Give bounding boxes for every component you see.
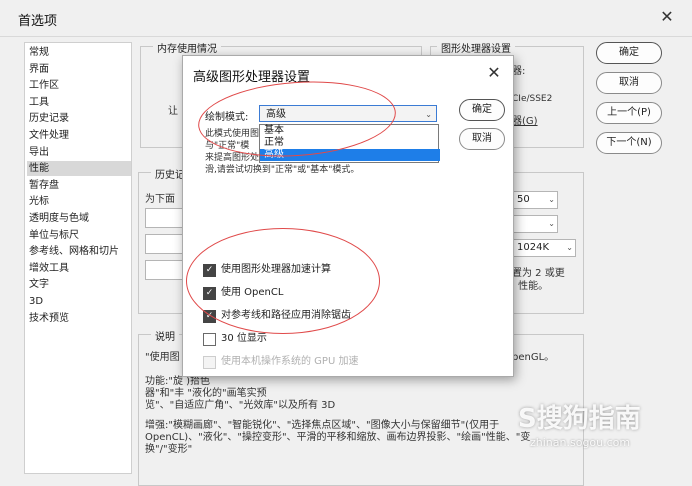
memory-group-label: 内存使用情况 [153,40,221,55]
sidebar-item[interactable]: 常规 [27,45,131,60]
watermark-url: zhinan.sogou.com [530,436,631,449]
history-states-value: 50 [517,194,530,205]
cancel-button[interactable]: 取消 [596,72,662,94]
sidebar-item[interactable]: 文字 [27,277,131,292]
history-field-3[interactable] [145,260,187,280]
sidebar-item[interactable]: 文件处理 [27,128,131,143]
title-divider [0,36,692,37]
history-states-select[interactable]: 50 ⌄ [512,191,558,209]
ok-button[interactable]: 确定 [596,42,662,64]
category-list[interactable]: 常规界面 工作区工具 历史记录文件处理导出 性能 暂存盘 光标透明度与色域 单位与标尺 参考线… [24,42,132,474]
chevron-down-icon: ⌄ [548,219,555,228]
cache-levels-select[interactable]: ⌄ [512,215,558,233]
next-button[interactable]: 下一个(N) [596,132,662,154]
gpu-group-label: 图形处理器设置 [437,40,515,55]
close-icon[interactable]: ✕ [656,6,678,28]
sidebar-item[interactable]: 性能 [27,161,131,177]
gpu-option-label: 使用本机操作系统的 GPU 加速 [221,356,359,367]
chevron-down-icon: ⌄ [566,243,573,252]
sidebar-item[interactable]: 技术预览 [27,311,131,326]
sidebar-item[interactable]: 界面 [27,62,131,77]
sidebar-item[interactable]: 工作区 [27,78,131,93]
mode-desc-line: 滑,请尝试切换到"正常"或"基本"模式。 [205,165,360,175]
chevron-down-icon: ⌄ [425,110,432,119]
sidebar-item[interactable]: 历史记录 [27,111,131,126]
sidebar-item[interactable]: 透明度与色域 [27,211,131,226]
sidebar-item[interactable]: 工具 [27,95,131,110]
desc-line-4: 览"、"自适应广角"、"光效库"以及所有 3D [145,400,336,411]
close-icon[interactable]: ✕ [483,62,505,84]
cache-perf-text: J 性能。 [512,281,549,292]
description-group-label: 说明 [151,328,179,343]
opengl-note-text: penGL。 [512,352,555,363]
sidebar-item[interactable]: 光标 [27,194,131,209]
sidebar-item[interactable]: 3D [27,294,131,309]
cache-tile-select[interactable]: 1024K ⌄ [512,239,576,257]
gpu-detected-label: 器: [512,66,526,77]
annotation-ellipse-options [186,228,380,334]
previous-button[interactable]: 上一个(P) [596,102,662,124]
chevron-down-icon: ⌄ [548,195,555,204]
desc-line-6: OpenCL)、"液化"、"操控变形"、平滑的平移和缩放、画布边界投影、"绘画"… [145,432,531,443]
checkbox-icon [203,356,216,369]
sidebar-item[interactable]: 参考线、网格和切片 [27,244,131,259]
sidebar-item[interactable]: 导出 [27,145,131,160]
advanced-settings-link[interactable]: 器(G) [512,112,538,127]
dialog-ok-button[interactable]: 确定 [459,99,505,121]
watermark-logo: S搜狗指南 [518,404,641,434]
history-field-2[interactable] [145,234,187,254]
gpu-option-label: 30 位显示 [221,333,267,344]
sidebar-item[interactable]: 增效工具 [27,261,131,276]
window-title: 首选项 [18,14,58,29]
history-field-1[interactable] [145,208,187,228]
sidebar-item[interactable]: 单位与标尺 [27,228,131,243]
cache-tile-value: 1024K [517,242,550,253]
memory-let-text: 让 [168,106,178,117]
sidebar-item[interactable]: 暂存盘 [27,178,131,193]
desc-line-1: "使用图 [145,352,180,363]
gpu-info-text: CIe/SSE2 [512,94,553,104]
checkbox-icon[interactable] [203,333,216,346]
desc-line-7: 换"/"变形" [145,444,193,455]
history-for-below-text: 为下面 [145,194,175,205]
